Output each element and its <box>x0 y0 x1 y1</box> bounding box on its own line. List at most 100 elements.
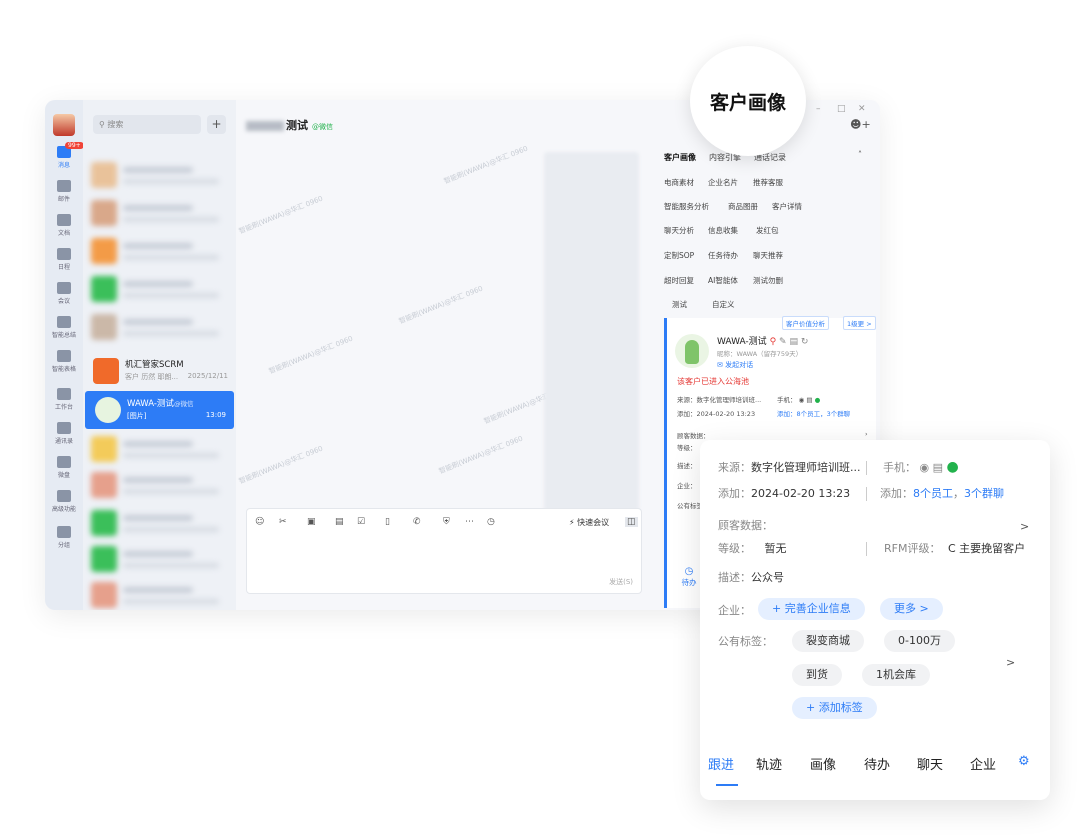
tab-company[interactable]: 企业 <box>970 754 996 773</box>
whatsapp-icon[interactable]: ● <box>815 396 821 404</box>
conversation-item-selected[interactable]: WAWA-测试@微信 [图片] 13:09 <box>85 391 234 429</box>
start-chat-link[interactable]: ✉ 发起对话 <box>717 360 753 370</box>
list-item[interactable] <box>91 582 231 610</box>
minimize-icon[interactable]: – <box>816 104 821 114</box>
list-item[interactable] <box>91 238 231 268</box>
checklist-icon[interactable]: ☑ <box>357 517 365 527</box>
rail-item-drive[interactable]: 微盘 <box>45 456 83 479</box>
tag-chip[interactable]: 裂变商城 <box>792 630 864 652</box>
panel-button[interactable]: 企业名片 <box>708 177 738 188</box>
edit-icon[interactable]: ✎ <box>779 337 787 347</box>
phone-icon[interactable]: ✆ <box>413 517 421 527</box>
tag-chip[interactable]: 1机会库 <box>862 664 930 686</box>
panel-button[interactable]: 自定义 <box>712 299 735 310</box>
panel-button[interactable]: 聊天推荐 <box>753 250 783 261</box>
conversation-item[interactable]: 机汇管家SCRM 客户 历然 耶朗... 2025/12/11 <box>83 352 236 390</box>
copy-icon[interactable]: ▤ <box>789 337 798 347</box>
rail-item-workbench[interactable]: 工作台 <box>45 388 83 411</box>
panel-button[interactable]: 客户详情 <box>772 201 802 212</box>
add-button[interactable]: + <box>207 115 226 134</box>
contacts-icon <box>57 422 71 434</box>
rail-item-smart-table[interactable]: 智能表格 <box>45 350 83 373</box>
user-avatar[interactable] <box>53 114 75 136</box>
more-icon[interactable]: ⋯ <box>465 517 474 527</box>
list-item[interactable] <box>91 276 231 306</box>
panel-button[interactable]: 电商素材 <box>664 177 694 188</box>
message-editor[interactable]: ☺ ✂ ▣ ▤ ☑ ▯ ✆ ⛨ ⋯ ◷ ⚡ 快速会议 ◫ 发送(S) <box>246 508 642 594</box>
rail-item-schedule[interactable]: 日程 <box>45 248 83 271</box>
refresh-icon[interactable]: ↻ <box>801 337 809 347</box>
panel-button[interactable]: 发红包 <box>756 225 779 236</box>
image-icon[interactable]: ▣ <box>307 517 316 527</box>
rail-item-mail[interactable]: 邮件 <box>45 180 83 203</box>
list-item[interactable] <box>91 510 231 540</box>
panel-toggle-icon[interactable]: ◫ <box>625 517 638 527</box>
tag-icon <box>57 526 71 538</box>
folder-icon[interactable]: ▯ <box>385 517 390 527</box>
panel-button[interactable]: 测试勿删 <box>753 275 783 286</box>
close-icon[interactable]: ✕ <box>858 104 866 114</box>
groups-link[interactable]: 3个群聊 <box>964 487 1004 500</box>
list-item[interactable] <box>91 162 231 192</box>
tab-customer-portrait[interactable]: 客户画像 <box>664 152 696 163</box>
panel-button[interactable]: AI智能体 <box>708 275 738 286</box>
add-user-icon[interactable]: ☻+ <box>850 118 871 131</box>
list-item[interactable] <box>91 200 231 230</box>
more-button[interactable]: 更多 > <box>880 598 943 620</box>
panel-button[interactable]: 推荐客服 <box>753 177 783 188</box>
file-icon[interactable]: ▤ <box>335 517 344 527</box>
chevron-right-icon[interactable]: > <box>1006 656 1015 669</box>
search-input[interactable]: ⚲ 搜索 <box>93 115 201 134</box>
shield-icon[interactable]: ⛨ <box>443 517 450 527</box>
rail-item-group[interactable]: 分组 <box>45 526 83 549</box>
image-message[interactable] <box>544 152 639 512</box>
rail-item-messages[interactable]: 99+ 消息 <box>45 142 84 169</box>
collapse-chevron-icon[interactable]: ˄ <box>858 150 862 159</box>
panel-button[interactable]: 超时回复 <box>664 275 694 286</box>
doc-icon[interactable]: ▤ <box>806 396 812 404</box>
tag-chip[interactable]: 到货 <box>792 664 842 686</box>
complete-company-button[interactable]: + 完善企业信息 <box>758 598 865 620</box>
eye-icon[interactable]: ◉ <box>799 396 805 404</box>
level-button[interactable]: 1级更 > <box>843 316 876 330</box>
panel-button[interactable]: 智能服务分析 <box>664 201 709 212</box>
rail-item-meeting[interactable]: 会议 <box>45 282 83 305</box>
staff-link[interactable]: 8个员工 <box>913 487 953 500</box>
tag-chip[interactable]: 0-100万 <box>884 630 955 652</box>
panel-button[interactable]: 聊天分析 <box>664 225 694 236</box>
tab-track[interactable]: 轨迹 <box>756 754 782 773</box>
tab-portrait[interactable]: 画像 <box>810 754 836 773</box>
settings-gear-icon[interactable]: ⚙ <box>1018 754 1030 769</box>
added-by[interactable]: 添加：8个员工，3个群聊 <box>777 408 850 418</box>
rail-item-contacts[interactable]: 通讯录 <box>45 422 83 445</box>
list-item[interactable] <box>91 436 231 466</box>
location-icon[interactable]: ⚲ <box>770 337 777 347</box>
add-tag-button[interactable]: + 添加标签 <box>792 697 877 719</box>
quick-meeting-button[interactable]: ⚡ 快速会议 <box>569 517 609 528</box>
tab-follow-up[interactable]: 跟进 <box>708 754 738 786</box>
panel-button[interactable]: 测试 <box>672 299 687 310</box>
table-icon <box>57 350 71 362</box>
panel-button[interactable]: 定制SOP <box>664 250 694 261</box>
panel-button[interactable]: 商品图册 <box>728 201 758 212</box>
scissors-icon[interactable]: ✂ <box>279 517 287 527</box>
list-item[interactable] <box>91 314 231 344</box>
tab-todo[interactable]: 待办 <box>864 754 890 773</box>
list-item[interactable] <box>91 472 231 502</box>
doc-icon[interactable]: ▤ <box>933 461 943 474</box>
whatsapp-icon[interactable]: ● <box>947 459 959 475</box>
emoji-icon[interactable]: ☺ <box>255 517 264 527</box>
value-analysis-button[interactable]: 客户价值分析 <box>782 316 829 330</box>
chevron-right-icon[interactable]: > <box>1020 520 1029 533</box>
panel-button[interactable]: 任务待办 <box>708 250 738 261</box>
maximize-icon[interactable]: □ <box>837 104 846 114</box>
clock-icon[interactable]: ◷ <box>487 517 495 527</box>
tab-chat[interactable]: 聊天 <box>917 754 943 773</box>
rail-item-advanced[interactable]: 高级功能 <box>45 490 83 513</box>
eye-icon[interactable]: ◉ <box>920 461 930 474</box>
rail-item-summary[interactable]: 智能总结 <box>45 316 83 339</box>
panel-button[interactable]: 信息收集 <box>708 225 738 236</box>
chevron-right-icon[interactable]: › <box>865 430 868 438</box>
list-item[interactable] <box>91 546 231 576</box>
rail-item-docs[interactable]: 文档 <box>45 214 83 237</box>
